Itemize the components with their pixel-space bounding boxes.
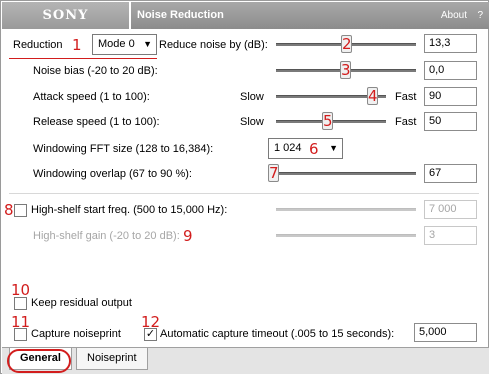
capture-noiseprint-checkbox[interactable] bbox=[14, 328, 27, 341]
release-speed-label: Release speed (1 to 100): bbox=[33, 116, 160, 128]
annotation-marker-9: 9 bbox=[183, 227, 193, 245]
annotation-marker-1: 1 bbox=[72, 36, 82, 54]
capture-noiseprint-label: Capture noiseprint bbox=[31, 328, 121, 340]
about-link[interactable]: About bbox=[441, 10, 467, 21]
annotation-marker-5: 5 bbox=[323, 112, 333, 130]
tab-bar: General Noiseprint bbox=[2, 347, 489, 374]
chevron-down-icon: ▼ bbox=[329, 143, 338, 153]
reduce-noise-value-field[interactable]: 13,3 bbox=[424, 34, 477, 53]
fft-size-label: Windowing FFT size (128 to 16,384): bbox=[33, 143, 214, 155]
auto-capture-label: Automatic capture timeout (.005 to 15 se… bbox=[160, 328, 395, 340]
annotation-marker-2: 2 bbox=[342, 35, 352, 53]
high-shelf-checkbox[interactable] bbox=[14, 204, 27, 217]
overlap-slider-thumb[interactable]: 7 bbox=[268, 164, 279, 182]
annotation-marker-10: 10 bbox=[11, 281, 31, 299]
noise-bias-value-field[interactable]: 0,0 bbox=[424, 61, 477, 80]
attack-speed-value-field[interactable]: 90 bbox=[424, 87, 477, 106]
chevron-down-icon: ▼ bbox=[143, 39, 152, 49]
noise-bias-slider-thumb[interactable]: 3 bbox=[340, 61, 351, 79]
general-tab-highlight bbox=[7, 349, 71, 373]
high-shelf-freq-value-field: 7 000 bbox=[424, 200, 477, 219]
plugin-title: Noise Reduction bbox=[137, 9, 224, 21]
release-speed-slider-thumb[interactable]: 5 bbox=[322, 112, 333, 130]
plugin-title-bar: Noise Reduction About ? bbox=[131, 2, 489, 29]
attack-slow-label: Slow bbox=[240, 91, 264, 103]
high-shelf-freq-label: High-shelf start freq. (500 to 15,000 Hz… bbox=[31, 204, 228, 216]
sony-logo: SONY bbox=[2, 2, 129, 29]
annotation-marker-3: 3 bbox=[341, 61, 351, 79]
keep-residual-label: Keep residual output bbox=[31, 297, 132, 309]
tab-noiseprint[interactable]: Noiseprint bbox=[76, 348, 148, 370]
annotation-marker-4: 4 bbox=[368, 87, 378, 105]
release-slow-label: Slow bbox=[240, 116, 264, 128]
attack-speed-label: Attack speed (1 to 100): bbox=[33, 91, 150, 103]
reduce-noise-label: Reduce noise by (dB): bbox=[159, 39, 268, 51]
attack-speed-slider-thumb[interactable]: 4 bbox=[367, 87, 378, 105]
header-bar: SONY Noise Reduction About ? bbox=[2, 2, 489, 29]
high-shelf-gain-slider-track bbox=[276, 234, 416, 237]
attack-fast-label: Fast bbox=[395, 91, 417, 103]
high-shelf-gain-label: High-shelf gain (-20 to 20 dB): bbox=[33, 230, 180, 242]
noise-bias-label: Noise bias (-20 to 20 dB): bbox=[33, 65, 158, 77]
keep-residual-checkbox[interactable] bbox=[14, 297, 27, 310]
reduction-label: Reduction bbox=[13, 39, 63, 51]
fft-size-dropdown[interactable]: 1 024 ▼ bbox=[268, 138, 343, 159]
high-shelf-freq-slider-track bbox=[276, 208, 416, 211]
auto-capture-checkbox[interactable]: ✓ bbox=[144, 328, 157, 341]
help-button[interactable]: ? bbox=[477, 10, 483, 21]
section-divider bbox=[9, 193, 479, 194]
annotation-marker-7: 7 bbox=[269, 164, 279, 182]
overlap-slider-track[interactable] bbox=[276, 172, 416, 175]
auto-capture-value-field[interactable]: 5,000 bbox=[414, 323, 477, 342]
reduction-underline bbox=[9, 58, 157, 59]
reduction-mode-dropdown[interactable]: Mode 0 ▼ bbox=[92, 34, 157, 55]
overlap-value-field[interactable]: 67 bbox=[424, 164, 477, 183]
overlap-label: Windowing overlap (67 to 90 %): bbox=[33, 168, 192, 180]
reduce-noise-slider-thumb[interactable]: 2 bbox=[341, 35, 352, 53]
high-shelf-gain-value-field: 3 bbox=[424, 226, 477, 245]
reduction-mode-value: Mode 0 bbox=[98, 38, 135, 50]
fft-size-value: 1 024 bbox=[274, 142, 302, 154]
checkmark-icon: ✓ bbox=[145, 328, 156, 340]
release-speed-value-field[interactable]: 50 bbox=[424, 112, 477, 131]
release-fast-label: Fast bbox=[395, 116, 417, 128]
noise-reduction-window: SONY Noise Reduction About ? Reduction 1… bbox=[0, 0, 489, 374]
annotation-marker-6: 6 bbox=[309, 140, 319, 158]
annotation-marker-8: 8 bbox=[4, 201, 14, 219]
